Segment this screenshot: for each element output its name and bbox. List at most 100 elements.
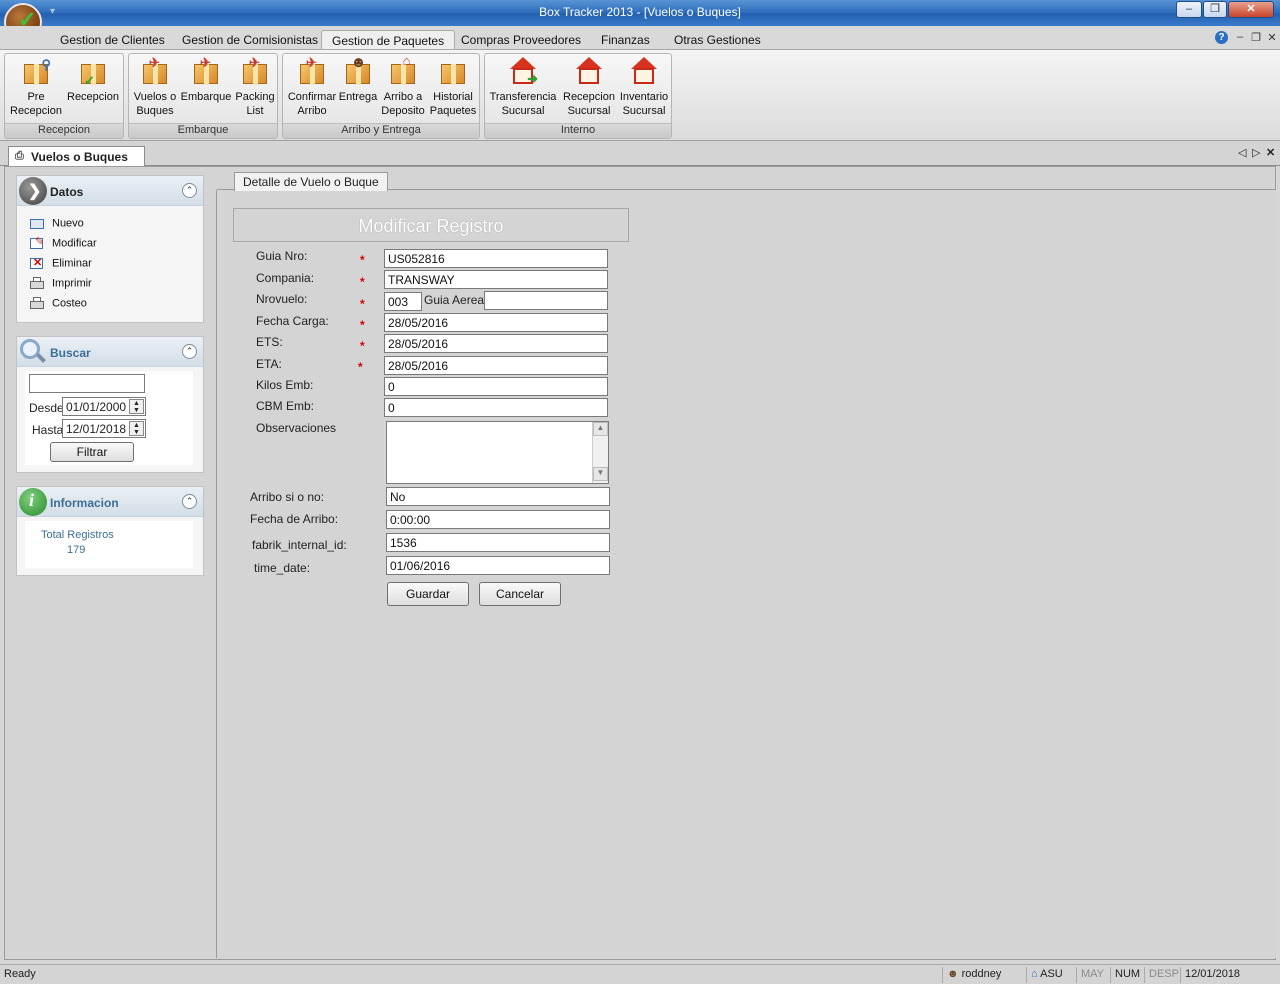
observaciones-label: Observaciones [256, 421, 337, 435]
info-icon: i [19, 488, 47, 516]
tab-gestion-paquetes[interactable]: Gestion de Paquetes [321, 30, 456, 50]
hasta-date-input[interactable]: 12/01/2018 ▲ ▼ [62, 419, 146, 438]
search-input[interactable] [29, 374, 145, 393]
hasta-spin-icon[interactable]: ▲ ▼ [129, 421, 144, 436]
datos-panel-title: Datos [50, 185, 84, 199]
compania-label: Compania: [256, 271, 315, 285]
fecha-carga-field[interactable]: 28/05/2016 [384, 313, 608, 332]
guardar-button[interactable]: Guardar [387, 582, 469, 606]
total-registros-value: 179 [67, 544, 86, 556]
status-scroll: DESP [1144, 967, 1180, 983]
task-eliminar[interactable]: ✕ Eliminar [29, 257, 92, 270]
required-marker: * [360, 275, 365, 289]
scroll-down-icon[interactable]: ▼ [593, 467, 608, 481]
fecha-arribo-field[interactable]: 0:00:00 [386, 510, 610, 529]
house-receive-icon [573, 56, 605, 88]
recepcion-button[interactable]: ✓ Recepcion [63, 56, 123, 104]
kilos-emb-field[interactable]: 0 [384, 377, 608, 396]
collapse-buscar-icon[interactable]: ⌃ [182, 344, 197, 359]
house-inventory-icon [628, 56, 660, 88]
observaciones-field[interactable]: ▲ ▼ [386, 421, 609, 484]
task-costeo[interactable]: Costeo [29, 297, 87, 310]
historial-paquetes-button[interactable]: Historial Paquetes [427, 56, 479, 118]
ets-field[interactable]: 28/05/2016 [384, 334, 608, 353]
ets-label: ETS: [256, 335, 283, 349]
fabrik-id-field[interactable]: 1536 [386, 533, 610, 552]
packing-list-button[interactable]: ✈ Packing List [233, 56, 277, 118]
mdi-close-icon[interactable]: ✕ [1265, 31, 1279, 44]
mdi-restore-icon[interactable]: ❐ [1249, 31, 1263, 44]
fecha-carga-label: Fecha Carga: [256, 314, 329, 328]
tab-compras-proveedores[interactable]: Compras Proveedores [451, 30, 591, 50]
guia-aerea-label: Guia Aerea [424, 293, 485, 307]
filtrar-button[interactable]: Filtrar [50, 442, 134, 462]
scroll-up-icon[interactable]: ▲ [593, 422, 608, 436]
box-search-icon: ⚲ [20, 56, 52, 88]
status-caps: MAY [1076, 967, 1110, 983]
guia-nro-label: Guia Nro: [256, 249, 308, 263]
guia-nro-field[interactable]: US052816 [384, 249, 608, 268]
total-registros-label: Total Registros [41, 529, 114, 541]
arribo-field[interactable]: No [386, 487, 610, 506]
required-marker: * [358, 360, 363, 374]
collapse-datos-icon[interactable]: ⌃ [182, 183, 197, 198]
task-imprimir[interactable]: Imprimir [29, 277, 92, 290]
plane-box-icon: ✈ [139, 56, 171, 88]
eta-field[interactable]: 28/05/2016 [384, 356, 608, 375]
ribbon-group-arribo-entrega: ✈ Confirmar Arribo ☻ Entrega ⌂ Arribo a De… [282, 53, 480, 139]
plane-box-icon: ✈ [296, 56, 328, 88]
tab-otras-gestiones[interactable]: Otras Gestiones [664, 30, 771, 50]
tab-finanzas[interactable]: Finanzas [591, 30, 660, 50]
task-modificar[interactable]: ✎ Modificar [29, 236, 97, 250]
tab-next-icon[interactable]: ▷ [1252, 146, 1260, 159]
ribbon-group-recepcion: ⚲ Pre Recepcion ✓ Recepcion Recepcion [4, 53, 124, 139]
compania-field[interactable]: TRANSWAY [384, 270, 608, 289]
required-marker: * [360, 339, 365, 353]
mdi-minimize-icon[interactable]: – [1233, 31, 1247, 43]
pre-recepcion-button[interactable]: ⚲ Pre Recepcion [7, 56, 65, 118]
detail-area [216, 190, 1276, 958]
buscar-panel-header: Buscar ⌃ [17, 337, 203, 367]
kilos-emb-label: Kilos Emb: [256, 378, 314, 392]
desde-date-input[interactable]: 01/01/2000 ▲ ▼ [62, 397, 146, 416]
eta-label: ETA: [256, 357, 282, 371]
info-panel-header: i Informacion ⌃ [17, 487, 203, 517]
tab-vuelos-o-buques[interactable]: ⎙ Vuelos o Buques [8, 146, 145, 167]
house-icon: ⌂ [1031, 968, 1038, 980]
collapse-info-icon[interactable]: ⌃ [182, 494, 197, 509]
desde-spin-icon[interactable]: ▲ ▼ [129, 399, 144, 414]
tab-prev-icon[interactable]: ◁ [1238, 146, 1246, 159]
datos-panel: ❯ Datos ⌃ Nuevo ✎ Modificar ✕ Eliminar Imp… [16, 175, 204, 323]
status-branch: ⌂ ASU [1026, 967, 1076, 983]
house-box-icon: ⌂ [387, 54, 419, 88]
cbm-emb-field[interactable]: 0 [384, 398, 608, 417]
minimize-button[interactable]: – [1176, 1, 1202, 18]
entrega-button[interactable]: ☻ Entrega [337, 55, 379, 104]
confirmar-arribo-button[interactable]: ✈ Confirmar Arribo [285, 56, 339, 118]
cancelar-button[interactable]: Cancelar [479, 582, 561, 606]
tab-gestion-clientes[interactable]: Gestion de Clientes [50, 30, 175, 50]
recepcion-sucursal-button[interactable]: Recepcion Sucursal [561, 56, 617, 118]
required-marker: * [360, 253, 365, 267]
observaciones-scrollbar[interactable]: ▲ ▼ [592, 422, 608, 483]
ribbon-group-interno: ➜ Transferencia Sucursal Recepcion Sucursa… [484, 53, 672, 139]
time-date-field[interactable]: 01/06/2016 [386, 556, 610, 575]
nrovuelo-field[interactable]: 003 [384, 292, 422, 311]
help-icon[interactable]: ? [1215, 31, 1228, 44]
close-button[interactable]: ✕ [1228, 1, 1274, 18]
edit-icon: ✎ [29, 236, 45, 250]
tab-label: Vuelos o Buques [31, 150, 128, 164]
guia-aerea-field[interactable] [484, 291, 608, 310]
tab-detalle-vuelo[interactable]: Detalle de Vuelo o Buque [234, 172, 388, 191]
arribo-deposito-button[interactable]: ⌂ Arribo a Deposito [379, 54, 427, 118]
tab-close-icon[interactable]: ✕ [1266, 146, 1275, 159]
inventario-sucursal-button[interactable]: Inventario Sucursal [617, 56, 671, 118]
tab-gestion-comisionistas[interactable]: Gestion de Comisionistas [172, 30, 328, 50]
user-icon: ☻ [947, 968, 959, 980]
ribbon-group-label: Arribo y Entrega [283, 123, 479, 138]
restore-button[interactable]: ❐ [1203, 1, 1227, 18]
transferencia-sucursal-button[interactable]: ➜ Transferencia Sucursal [487, 56, 559, 118]
task-nuevo[interactable]: Nuevo [29, 217, 84, 230]
embarque-button[interactable]: ✈ Embarque [179, 56, 233, 104]
vuelos-buques-button[interactable]: ✈ Vuelos o Buques [131, 56, 179, 118]
